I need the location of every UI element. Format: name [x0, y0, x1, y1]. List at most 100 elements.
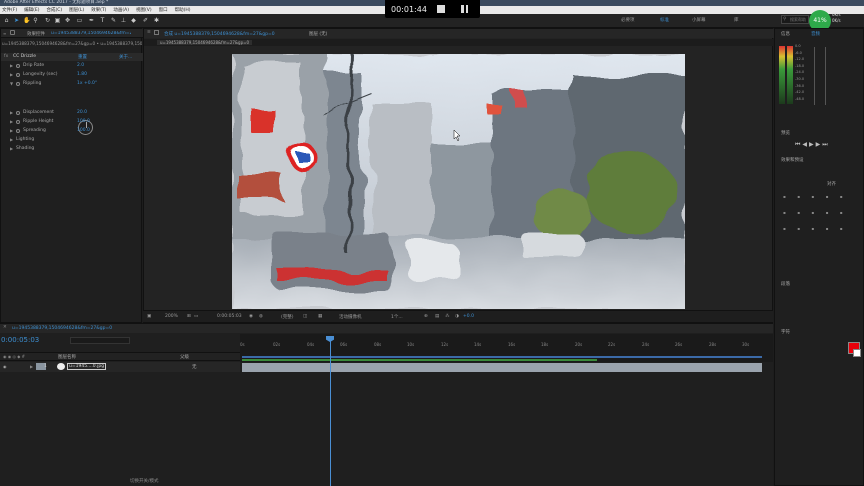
timeline-search-input[interactable]: [70, 337, 130, 344]
camera-tool-icon[interactable]: ▣: [54, 17, 61, 24]
ripple-height-value[interactable]: 100.0: [77, 118, 90, 126]
zoom-dropdown[interactable]: 200%: [165, 314, 178, 319]
twirl-icon[interactable]: ▶: [10, 127, 13, 135]
pan-behind-tool-icon[interactable]: ✥: [64, 17, 71, 24]
drip-rate-value[interactable]: 2.0: [77, 62, 84, 70]
layer-duration-bar[interactable]: [242, 363, 762, 372]
pen-tool-icon[interactable]: ✒: [88, 17, 95, 24]
tab-audio[interactable]: 音频: [811, 31, 820, 37]
camera-dropdown[interactable]: 活动摄像机: [339, 314, 362, 320]
stopwatch-icon[interactable]: [16, 129, 20, 133]
lock-icon[interactable]: [154, 30, 159, 35]
panel-menu-icon[interactable]: ≡: [3, 31, 6, 36]
stroke-color-swatch[interactable]: [853, 349, 861, 357]
zoom-tool-icon[interactable]: ⚲: [32, 17, 39, 24]
brush-tool-icon[interactable]: ✎: [110, 17, 117, 24]
snapshot-icon[interactable]: ◉: [249, 314, 253, 319]
stopwatch-icon[interactable]: [16, 73, 20, 77]
stopwatch-icon[interactable]: [16, 64, 20, 68]
menu-effect[interactable]: 效果(T): [91, 7, 106, 13]
displacement-value[interactable]: 20.0: [77, 109, 87, 117]
audio-slider-track-left[interactable]: [814, 47, 815, 105]
longevity-value[interactable]: 1.80: [77, 71, 87, 79]
spreading-value[interactable]: 100.0: [77, 127, 90, 135]
toggle-switches-modes[interactable]: 切换开关/模式: [130, 478, 159, 484]
stopwatch-icon[interactable]: [16, 120, 20, 124]
menu-composition[interactable]: 合成(C): [46, 7, 62, 13]
twirl-icon[interactable]: ▶: [10, 118, 13, 126]
menu-window[interactable]: 窗口: [159, 7, 168, 13]
twirl-icon[interactable]: ▶: [10, 62, 13, 70]
menu-view[interactable]: 视图(V): [136, 7, 152, 13]
menu-edit[interactable]: 编辑(E): [24, 7, 39, 13]
stopwatch-icon[interactable]: [16, 82, 20, 86]
type-tool-icon[interactable]: T: [99, 17, 106, 24]
menu-layer[interactable]: 图层(L): [69, 7, 84, 13]
tab-timeline-comp[interactable]: u=1945388379,1504694628&fm=27&gp=0: [12, 326, 112, 331]
puppet-tool-icon[interactable]: ✱: [153, 17, 160, 24]
workspace-library[interactable]: 库: [734, 17, 739, 23]
panel-menu-icon[interactable]: ≡: [147, 30, 151, 35]
tab-align[interactable]: 对齐: [827, 181, 836, 187]
transparency-grid-icon[interactable]: ▦: [318, 314, 322, 319]
menu-file[interactable]: 文件(F): [2, 7, 17, 13]
tab-info[interactable]: 信息: [781, 31, 790, 37]
twirl-icon[interactable]: ▶: [10, 109, 13, 117]
tab-composition[interactable]: 合成 u=1945388379,1504694628&fm=27&gp=0: [164, 31, 275, 37]
fast-previews-icon[interactable]: ⊕: [424, 314, 428, 319]
roto-brush-tool-icon[interactable]: ✐: [142, 17, 149, 24]
current-time-indicator-line[interactable]: [330, 336, 331, 486]
stopwatch-icon[interactable]: [16, 111, 20, 115]
pause-icon[interactable]: [461, 5, 468, 13]
flowchart-icon[interactable]: ⁂: [445, 314, 450, 319]
lock-icon[interactable]: [10, 30, 15, 35]
twirl-icon[interactable]: ▶: [30, 364, 33, 369]
menu-help[interactable]: 帮助(H): [175, 7, 191, 13]
timeline-layer-row[interactable]: ◉ ▶ 1 u=1945....0.jpg 无: [0, 362, 240, 372]
fx-toggle-icon[interactable]: fx: [4, 54, 8, 59]
eraser-tool-icon[interactable]: ◆: [130, 17, 137, 24]
twirl-icon[interactable]: ▶: [10, 145, 13, 153]
home-icon[interactable]: ⌂: [3, 17, 10, 24]
parent-dropdown[interactable]: 无: [192, 364, 197, 370]
always-preview-icon[interactable]: ▣: [147, 314, 151, 319]
tab-layer[interactable]: 图层 (无): [309, 31, 327, 37]
show-snapshot-icon[interactable]: ◍: [259, 314, 263, 319]
twirl-icon[interactable]: ▶: [10, 136, 13, 144]
layer-name[interactable]: u=1945....0.jpg: [67, 363, 107, 370]
timeline-icon[interactable]: ▤: [435, 314, 439, 319]
exposure-value[interactable]: +0.0: [463, 314, 474, 319]
safe-zones-icon[interactable]: ⊞: [187, 314, 191, 319]
col-layer-name[interactable]: 图层名称: [58, 354, 76, 360]
menu-animation[interactable]: 动画(A): [113, 7, 129, 13]
twirl-icon[interactable]: ▼: [10, 80, 13, 88]
visibility-eye-icon[interactable]: ◉: [3, 364, 7, 369]
comp-subtab[interactable]: u=1945388379,1504694628&fm=27&gp=0: [157, 40, 253, 45]
reset-exposure-icon[interactable]: ◑: [455, 314, 459, 319]
reset-button[interactable]: 重置: [78, 54, 87, 60]
resolution-dropdown[interactable]: (完整): [281, 314, 294, 320]
work-area-bar[interactable]: [242, 356, 762, 358]
about-button[interactable]: 关于...: [119, 54, 132, 60]
col-parent[interactable]: 父级: [180, 354, 189, 360]
rippling-value[interactable]: 1x +0.0°: [77, 80, 97, 88]
viewer-timecode[interactable]: 0:00:05:03: [217, 314, 242, 319]
workspace-standard[interactable]: 标准: [660, 17, 669, 23]
close-icon[interactable]: ✕: [3, 325, 7, 330]
audio-slider-track-right[interactable]: [825, 47, 826, 105]
stop-icon[interactable]: [437, 5, 445, 13]
region-of-interest-icon[interactable]: ◫: [303, 314, 307, 319]
twirl-icon[interactable]: ▶: [10, 71, 13, 79]
workspace-small-screen[interactable]: 小屏幕: [692, 17, 706, 23]
timeline-timecode[interactable]: 0:00:05:03: [1, 336, 39, 344]
clone-stamp-tool-icon[interactable]: ⊥: [120, 17, 127, 24]
views-dropdown[interactable]: 1个...: [391, 314, 403, 320]
workspace-essentials[interactable]: 必要项: [621, 17, 635, 23]
rotate-tool-icon[interactable]: ↻: [44, 17, 51, 24]
selection-tool-icon[interactable]: ➤: [13, 17, 20, 24]
composition-viewer-image[interactable]: [232, 54, 685, 309]
rectangle-tool-icon[interactable]: ▭: [76, 17, 83, 24]
tab-effect-controls[interactable]: 效果控件: [27, 31, 45, 37]
grid-icon[interactable]: ▭: [194, 314, 198, 319]
search-help-input[interactable]: ⚲ 搜索帮助: [781, 15, 809, 24]
